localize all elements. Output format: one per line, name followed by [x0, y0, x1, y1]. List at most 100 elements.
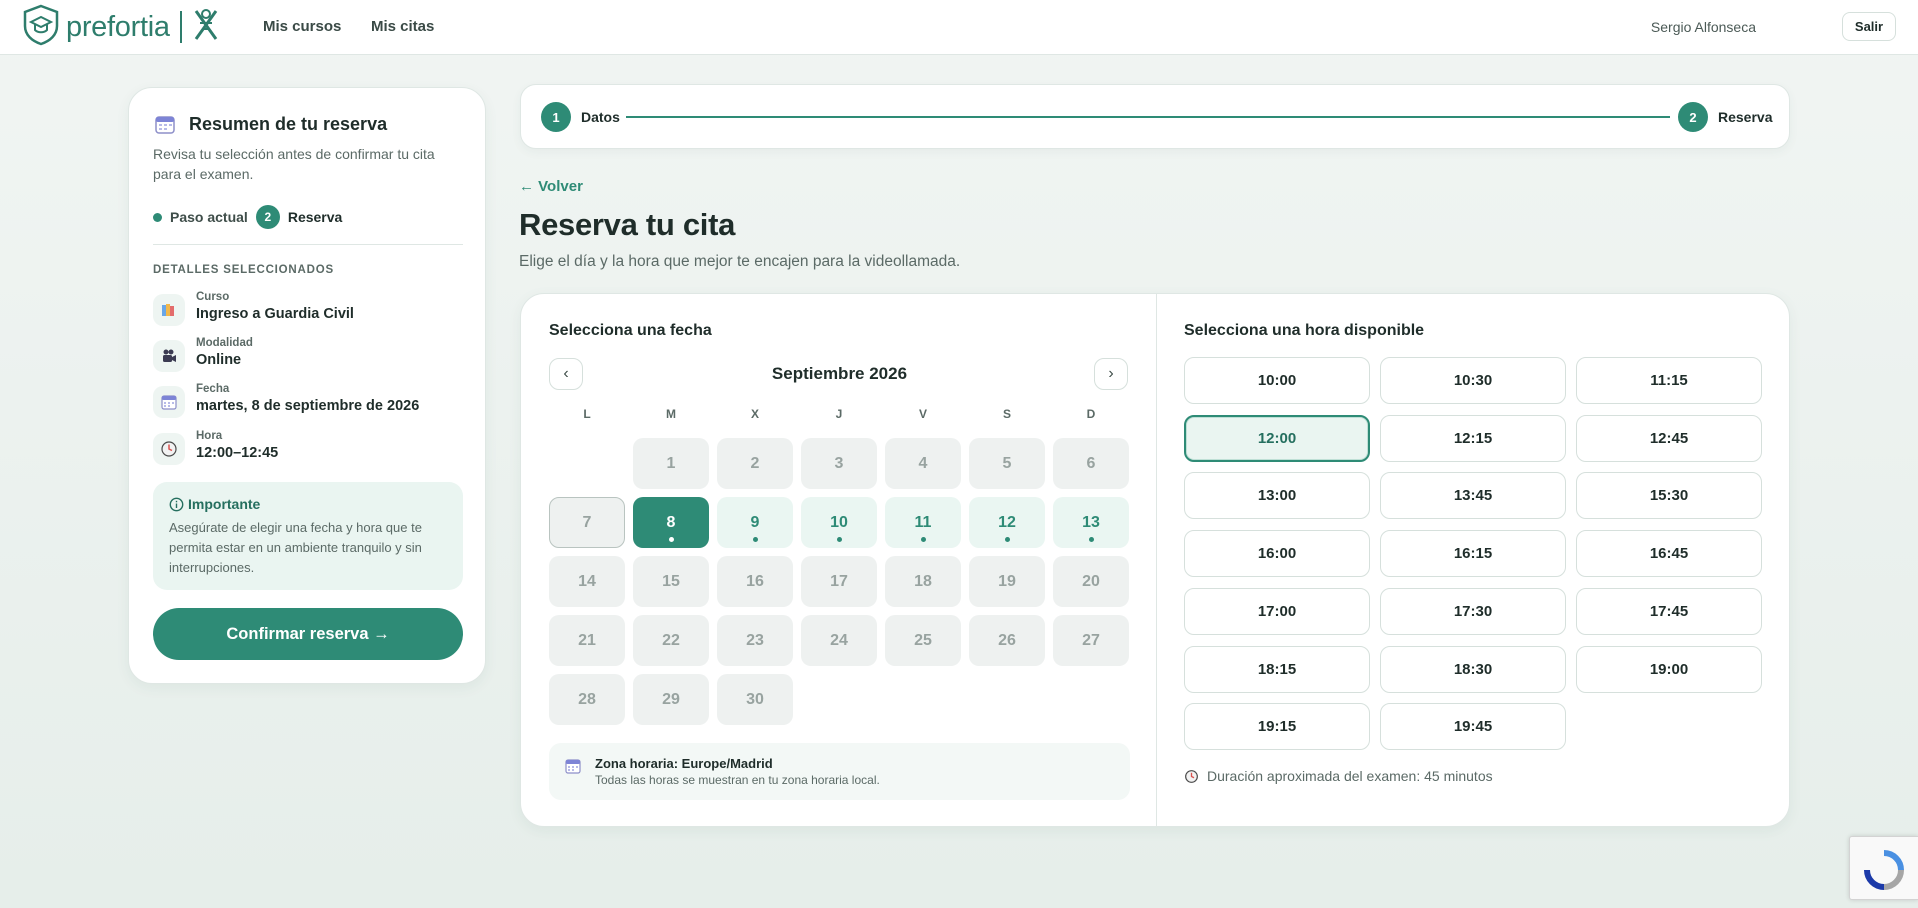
time-slot-selected[interactable]: 12:00 — [1184, 414, 1370, 462]
nav-mis-citas[interactable]: Mis citas — [371, 18, 434, 35]
weekday-header: J — [835, 407, 843, 421]
progress-stepper: 1 Datos 2 Reserva — [520, 84, 1790, 149]
day-number: 28 — [578, 690, 596, 708]
duration-text: Duración aproximada del examen: 45 minut… — [1207, 768, 1493, 784]
confirm-booking-button[interactable]: Confirmar reserva → — [153, 608, 463, 660]
next-month-button[interactable]: › — [1094, 358, 1128, 390]
day-number: 7 — [582, 513, 592, 531]
column-divider — [1156, 294, 1157, 826]
calendar-day: 1 — [633, 438, 709, 489]
important-title-text: Importante — [188, 496, 261, 512]
time-slot[interactable]: 16:15 — [1380, 530, 1566, 578]
brand-divider — [179, 11, 182, 43]
page-title: Reserva tu cita — [519, 207, 736, 242]
time-slot[interactable]: 12:45 — [1576, 414, 1762, 462]
day-number: 3 — [834, 454, 844, 472]
time-slot[interactable]: 18:15 — [1184, 645, 1370, 693]
day-number: 10 — [830, 513, 848, 531]
booking-card: Selecciona una fecha ‹ Septiembre 2026 ›… — [520, 293, 1790, 827]
day-number: 15 — [662, 572, 680, 590]
time-slot[interactable]: 19:00 — [1576, 645, 1762, 693]
back-link[interactable]: ← Volver — [519, 178, 583, 195]
calendar-day: 28 — [549, 674, 625, 725]
brand-logo[interactable]: prefortia — [22, 4, 220, 48]
time-slot[interactable]: 19:15 — [1184, 703, 1370, 751]
logout-button[interactable]: Salir — [1842, 12, 1896, 41]
time-slot[interactable]: 13:00 — [1184, 472, 1370, 520]
calendar-day[interactable]: 11 — [885, 497, 961, 548]
day-number: 25 — [914, 631, 932, 649]
calendar-day: 4 — [885, 438, 961, 489]
nav-mis-cursos[interactable]: Mis cursos — [263, 18, 341, 35]
day-number: 23 — [746, 631, 764, 649]
calendar-day[interactable]: 10 — [801, 497, 877, 548]
calendar-day: 20 — [1053, 556, 1129, 607]
calendar-day: 24 — [801, 615, 877, 666]
time-slot[interactable]: 16:45 — [1576, 530, 1762, 578]
calendar-day: 19 — [969, 556, 1045, 607]
recaptcha-icon — [1863, 849, 1905, 896]
detail-value: martes, 8 de septiembre de 2026 — [196, 398, 420, 414]
video-camera-icon — [153, 340, 185, 372]
time-slot[interactable]: 17:45 — [1576, 587, 1762, 635]
time-slot[interactable]: 17:30 — [1380, 587, 1566, 635]
stepper-line — [626, 116, 1670, 118]
calendar-day: 18 — [885, 556, 961, 607]
calendar-day: 3 — [801, 438, 877, 489]
page-subtitle: Elige el día y la hora que mejor te enca… — [519, 253, 961, 270]
time-slot[interactable]: 17:00 — [1184, 587, 1370, 635]
date-section-title: Selecciona una fecha — [549, 322, 712, 339]
detail-label: Hora — [196, 430, 223, 442]
calendar-day: 29 — [633, 674, 709, 725]
step-1-circle: 1 — [541, 102, 571, 132]
time-slot[interactable]: 15:30 — [1576, 472, 1762, 520]
calendar-day[interactable]: 12 — [969, 497, 1045, 548]
calendar-day[interactable]: 13 — [1053, 497, 1129, 548]
calendar-icon — [154, 113, 176, 140]
clock-icon — [1184, 769, 1199, 784]
books-icon — [153, 294, 185, 326]
timezone-subtitle: Todas las horas se muestran en tu zona h… — [595, 773, 880, 787]
summary-title: Resumen de tu reserva — [189, 114, 388, 134]
details-heading: DETALLES SELECCIONADOS — [153, 264, 334, 276]
detail-course: Curso Ingreso a Guardia Civil — [153, 291, 473, 331]
current-step: Paso actual 2 Reserva — [153, 205, 342, 229]
day-number: 19 — [998, 572, 1016, 590]
calendar-day: 23 — [717, 615, 793, 666]
detail-date: Fecha martes, 8 de septiembre de 2026 — [153, 383, 473, 423]
day-number: 21 — [578, 631, 596, 649]
calendar-day-selected[interactable]: 8 — [633, 497, 709, 548]
calendar-day: 26 — [969, 615, 1045, 666]
summary-description: Revisa tu selección antes de confirmar t… — [153, 146, 435, 182]
month-label: Septiembre 2026 — [771, 364, 908, 383]
calendar-day: 14 — [549, 556, 625, 607]
brand-name: prefortia — [66, 10, 170, 43]
clock-icon — [153, 433, 185, 465]
calendar-day: 16 — [717, 556, 793, 607]
detail-label: Modalidad — [196, 337, 253, 349]
important-notice: Importante Asegúrate de elegir una fecha… — [153, 482, 463, 590]
time-slot[interactable]: 13:45 — [1380, 472, 1566, 520]
day-number: 5 — [1002, 454, 1012, 472]
weekday-header: S — [1002, 407, 1011, 421]
booking-summary-card: Resumen de tu reserva Revisa tu selecció… — [128, 87, 486, 684]
time-slot[interactable]: 18:30 — [1380, 645, 1566, 693]
calendar-day[interactable]: 9 — [717, 497, 793, 548]
detail-label: Curso — [196, 291, 230, 303]
time-slot[interactable]: 10:30 — [1380, 357, 1566, 404]
availability-dot — [753, 537, 758, 542]
important-text: Asegúrate de elegir una fecha y hora que… — [169, 520, 422, 575]
availability-dot — [1089, 537, 1094, 542]
recaptcha-badge[interactable] — [1849, 836, 1918, 900]
time-slot[interactable]: 12:15 — [1380, 414, 1566, 462]
time-slot[interactable]: 11:15 — [1576, 357, 1762, 404]
top-navbar: prefortia Mis cursos Mis citas Sergio Al… — [0, 0, 1918, 55]
current-step-label: Paso actual — [170, 209, 248, 225]
time-slot[interactable]: 19:45 — [1380, 703, 1566, 751]
time-slot[interactable]: 10:00 — [1184, 357, 1370, 404]
day-number: 22 — [662, 631, 680, 649]
weekday-header: L — [583, 407, 591, 421]
calendar-icon — [564, 757, 582, 780]
day-number: 2 — [750, 454, 760, 472]
time-slot[interactable]: 16:00 — [1184, 530, 1370, 578]
